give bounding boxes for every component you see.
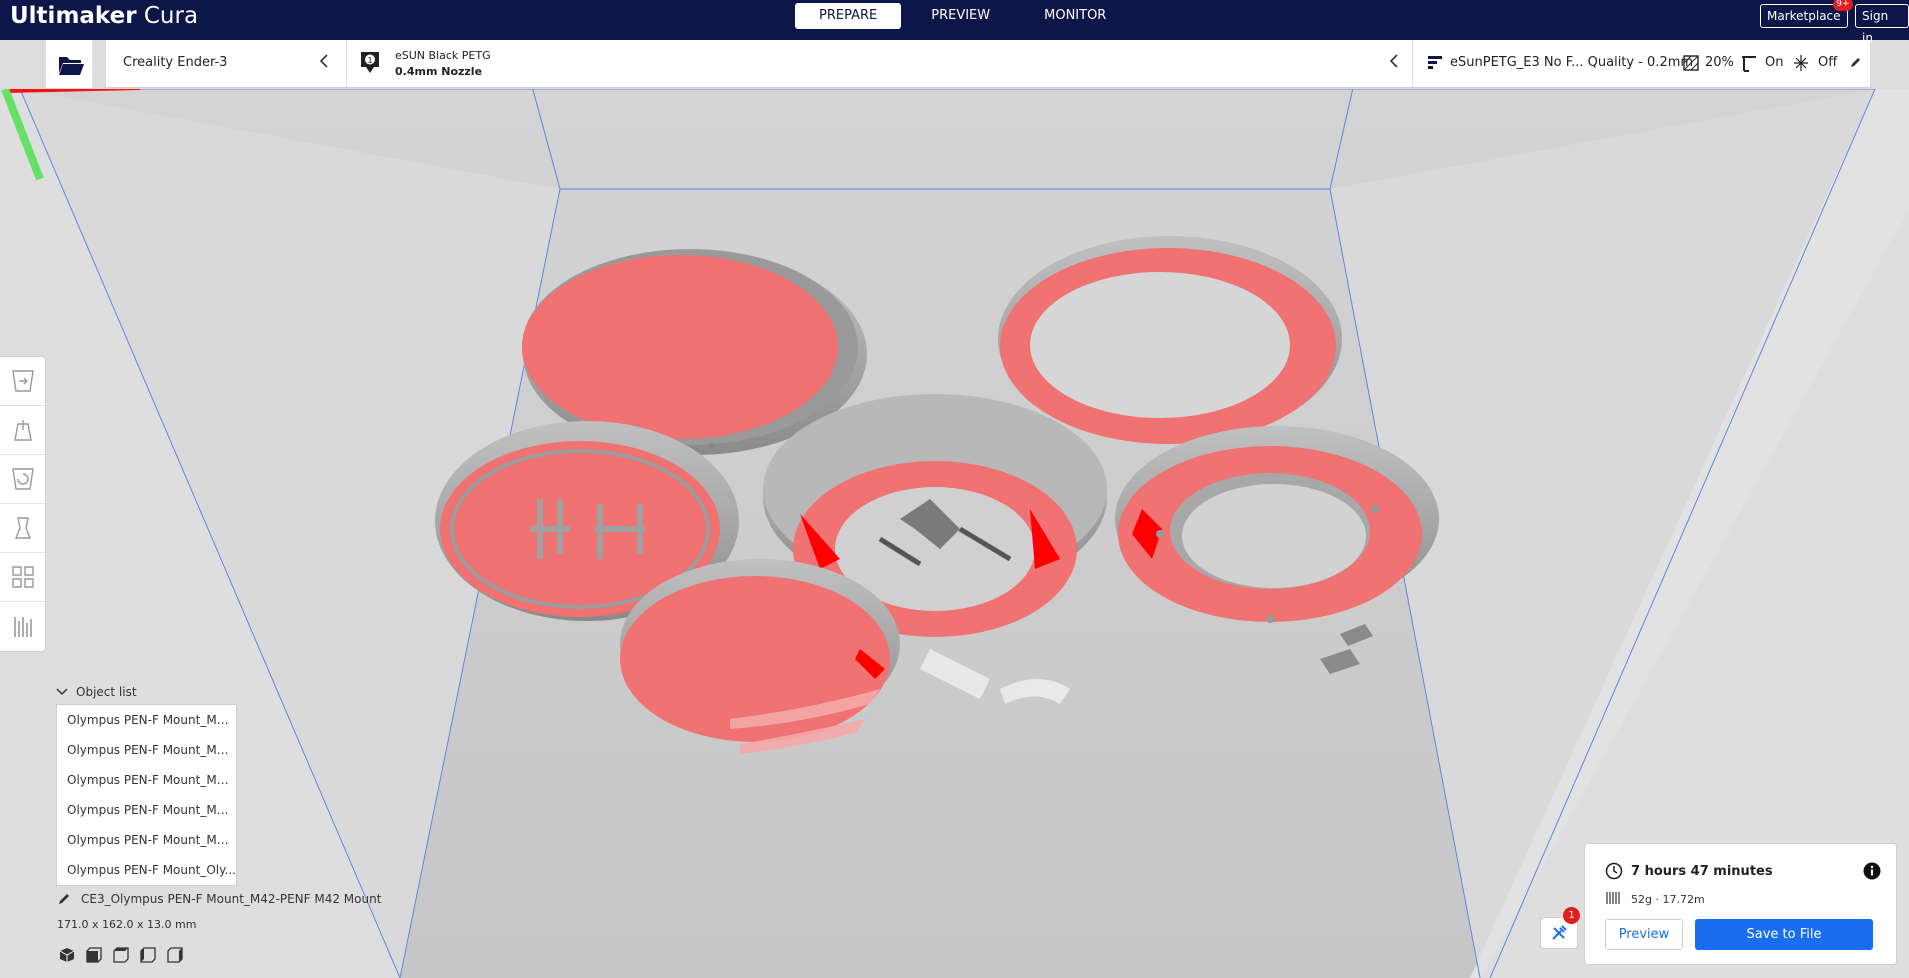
per-model-settings-button[interactable] <box>0 553 45 602</box>
scale-icon <box>13 420 32 441</box>
chevron-down-icon <box>56 688 68 696</box>
support-blocker-button[interactable] <box>0 602 45 651</box>
material-name: eSUN Black PETG <box>395 49 491 62</box>
tool-panel <box>0 356 46 652</box>
chevron-left-icon <box>319 54 329 72</box>
view-orientation-buttons <box>59 947 183 963</box>
3d-view-icon[interactable] <box>59 947 75 963</box>
left-view-icon[interactable] <box>140 947 156 963</box>
nozzle-size: 0.4mm Nozzle <box>395 65 483 78</box>
tab-preview[interactable]: PREVIEW <box>907 3 1014 29</box>
folder-icon <box>59 57 84 75</box>
adhesion-icon <box>1794 55 1808 71</box>
object-list-toggle[interactable]: Object list <box>56 683 137 701</box>
tools-icon <box>1552 925 1567 940</box>
list-item[interactable]: Olympus PEN-F Mount_Oly... <box>57 855 236 885</box>
spool-icon <box>1606 892 1620 904</box>
pencil-icon <box>1851 58 1860 67</box>
right-view-icon[interactable] <box>167 947 183 963</box>
adhesion-value: Off <box>1818 55 1838 70</box>
extruder-index: 1 <box>367 56 372 65</box>
top-view-icon[interactable] <box>113 947 129 963</box>
extruder-material-selector[interactable]: 1 eSUN Black PETG 0.4mm Nozzle <box>346 40 1412 88</box>
selected-object-name[interactable]: CE3_Olympus PEN-F Mount_M42-PENF M42 Mou… <box>57 892 381 906</box>
marketplace-badge: 9+ <box>1833 0 1853 11</box>
pencil-icon <box>59 894 69 904</box>
front-view-icon[interactable] <box>86 947 102 963</box>
move-tool-button[interactable] <box>0 357 45 406</box>
app-header: Ultimaker Cura PREPARE PREVIEW MONITOR M… <box>0 0 1909 45</box>
support-icon <box>1742 56 1756 72</box>
move-icon <box>11 370 34 392</box>
info-icon[interactable] <box>1863 862 1881 880</box>
save-to-file-button[interactable]: Save to File <box>1695 919 1873 950</box>
mirror-tool-button[interactable] <box>0 504 45 553</box>
job-summary-panel: 7 hours 47 minutes 52g · 17.72m Preview … <box>1584 843 1897 965</box>
list-item[interactable]: Olympus PEN-F Mount_M42-... <box>57 825 236 855</box>
object-list-title: Object list <box>76 685 137 699</box>
preview-button[interactable]: Preview <box>1605 919 1683 950</box>
selected-object-label: CE3_Olympus PEN-F Mount_M42-PENF M42 Mou… <box>81 892 382 906</box>
material-usage: 52g · 17.72m <box>1631 893 1705 906</box>
extruder-icon: 1 <box>361 52 379 73</box>
app-logo: Ultimaker Cura <box>10 0 198 32</box>
mirror-icon <box>14 517 31 539</box>
infill-value: 20% <box>1705 55 1734 70</box>
print-settings-selector[interactable]: eSunPETG_E3 No F... Quality - 0.2mm 20% … <box>1412 40 1870 88</box>
rotate-icon <box>11 468 34 490</box>
tab-monitor[interactable]: MONITOR <box>1020 3 1130 29</box>
scale-tool-button[interactable] <box>0 406 45 455</box>
profile-icon <box>1428 56 1442 69</box>
profile-label: eSunPETG_E3 No F... Quality - 0.2mm <box>1450 55 1694 70</box>
list-item[interactable]: Olympus PEN-F Mount_M42-... <box>57 795 236 825</box>
printer-name: Creality Ender-3 <box>123 55 228 70</box>
chevron-left-icon <box>1389 54 1399 72</box>
printer-selector[interactable]: Creality Ender-3 <box>106 40 346 88</box>
print-time: 7 hours 47 minutes <box>1631 864 1773 879</box>
object-list: Olympus PEN-F Mount_M42 ... Olympus PEN-… <box>56 704 237 886</box>
selection-dimensions: 171.0 x 162.0 x 13.0 mm <box>57 918 197 931</box>
brand-name: Ultimaker <box>10 3 137 29</box>
tab-prepare[interactable]: PREPARE <box>795 3 902 29</box>
notification-badge: 1 <box>1563 907 1580 924</box>
list-item[interactable]: Olympus PEN-F Mount_M42 ... <box>57 705 236 735</box>
infill-icon <box>1683 55 1699 71</box>
rotate-tool-button[interactable] <box>0 455 45 504</box>
support-blocker-icon <box>13 616 32 637</box>
stage-tabs: PREPARE PREVIEW MONITOR <box>795 3 1136 29</box>
model-flat-ring[interactable] <box>998 236 1342 444</box>
marketplace-button[interactable]: Marketplace 9+ <box>1760 0 1853 28</box>
support-value: On <box>1765 55 1784 70</box>
marketplace-label: Marketplace <box>1767 9 1841 23</box>
clock-icon <box>1605 862 1623 880</box>
sign-in-button[interactable]: Sign in <box>1855 4 1909 45</box>
open-file-button[interactable] <box>46 40 93 88</box>
brand-suffix: Cura <box>143 3 199 29</box>
list-item[interactable]: Olympus PEN-F Mount_M42-... <box>57 765 236 795</box>
list-item[interactable]: Olympus PEN-F Mount_M42-... <box>57 735 236 765</box>
per-model-settings-icon <box>11 566 34 588</box>
